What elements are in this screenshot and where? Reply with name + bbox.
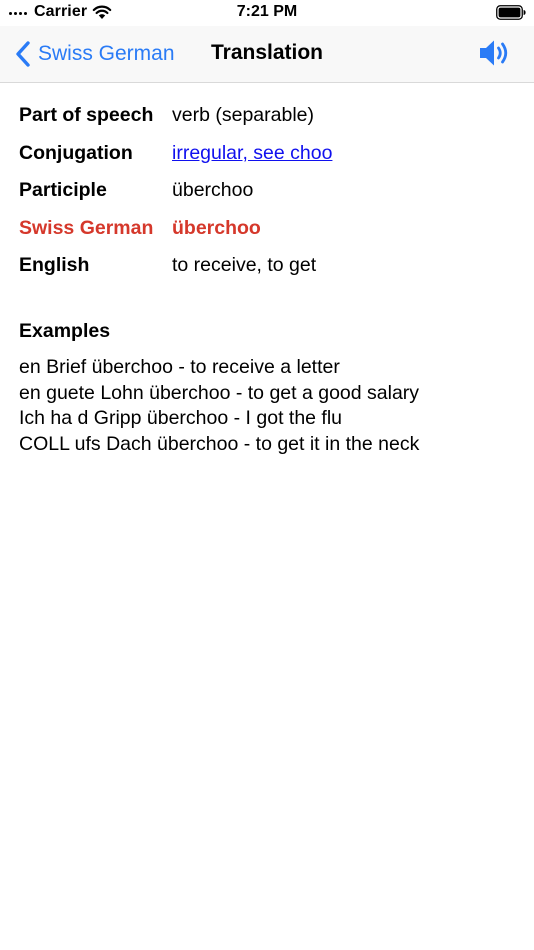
example-item: COLL ufs Dach überchoo - to get it in th… (19, 432, 420, 455)
participle-row: Participle überchoo (19, 173, 519, 211)
english-value: to receive, to get (172, 254, 317, 276)
page-title: Translation (210, 41, 324, 64)
example-item: en guete Lohn überchoo - to get a good s… (19, 381, 420, 404)
example-item: en Brief überchoo - to receive a letter (19, 356, 340, 378)
english-row: English to receive, to get (19, 248, 519, 286)
examples-list: en Brief überchoo - to receive a letter … (19, 355, 419, 457)
swiss-german-row: Swiss German überchoo (19, 211, 519, 249)
part-of-speech-label: Part of speech (19, 104, 154, 126)
status-bar: Carrier 7:21 PM (0, 0, 534, 26)
conjugation-link[interactable]: irregular, see choo (172, 136, 332, 170)
participle-label: Participle (19, 179, 107, 201)
example-item: Ich ha d Gripp überchoo - I got the flu (19, 407, 343, 429)
english-label: English (19, 254, 90, 276)
screen: Carrier 7:21 PM Swiss German Translation (0, 0, 534, 950)
speaker-icon[interactable] (478, 38, 512, 68)
swiss-german-value: überchoo (172, 216, 261, 239)
battery-icon (496, 5, 526, 20)
participle-value: überchoo (172, 179, 254, 201)
navigation-bar: Swiss German Translation (0, 26, 534, 83)
translation-details: Part of speech verb (separable) Conjugat… (19, 98, 519, 455)
part-of-speech-value: verb (separable) (172, 104, 314, 126)
conjugation-label: Conjugation (19, 141, 133, 164)
conjugation-row: Conjugation irregular, see choo (19, 136, 519, 174)
status-time: 7:21 PM (236, 3, 298, 20)
part-of-speech-row: Part of speech verb (separable) (19, 98, 519, 136)
examples-heading: Examples (19, 320, 111, 342)
swiss-german-label: Swiss German (19, 216, 154, 239)
